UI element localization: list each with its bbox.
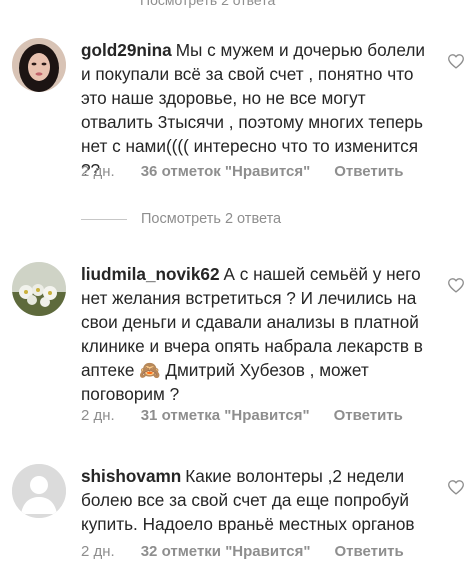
heart-outline-icon[interactable] xyxy=(447,479,465,495)
view-replies-label: Посмотреть 2 ответа xyxy=(141,211,282,227)
comment-time: 2 дн. xyxy=(81,163,115,180)
comment-meta: 2 дн. 32 отметки "Нравится" Ответить xyxy=(81,543,428,560)
heart-outline-icon[interactable] xyxy=(447,53,465,69)
person-silhouette-icon xyxy=(12,464,66,518)
avatar[interactable] xyxy=(12,38,66,92)
avatar[interactable] xyxy=(12,464,66,518)
comment-body: shishovamn Какие волонтеры ,2 недели боле… xyxy=(81,464,435,536)
comment-body: liudmila_novik62 А с нашей семьёй у него … xyxy=(81,262,435,406)
comment-username[interactable]: liudmila_novik62 xyxy=(81,264,220,284)
reply-button[interactable]: Ответить xyxy=(334,543,403,560)
comment-likes[interactable]: 32 отметки "Нравится" xyxy=(141,543,311,560)
comment-meta: 2 дн. 36 отметок "Нравится" Ответить xyxy=(81,163,428,180)
heart-outline-icon[interactable] xyxy=(447,277,465,293)
comment-text: Мы с мужем и дочерью болели и покупали в… xyxy=(81,40,425,180)
comment-likes[interactable]: 31 отметка "Нравится" xyxy=(141,407,310,424)
comment-time: 2 дн. xyxy=(81,407,115,424)
comment-text: А с нашей семьёй у него нет желания встр… xyxy=(81,264,423,404)
reply-button[interactable]: Ответить xyxy=(334,407,403,424)
avatar[interactable] xyxy=(12,262,66,316)
comment-username[interactable]: shishovamn xyxy=(81,466,181,486)
replies-divider-line xyxy=(81,218,127,220)
view-replies-link-top[interactable]: Посмотреть 2 ответа xyxy=(140,0,275,8)
comment-meta: 2 дн. 31 отметка "Нравится" Ответить xyxy=(81,407,427,424)
comment-username[interactable]: gold29nina xyxy=(81,40,172,60)
view-replies-link[interactable]: Посмотреть 2 ответа xyxy=(81,211,281,227)
comment-likes[interactable]: 36 отметок "Нравится" xyxy=(141,163,310,180)
comment-time: 2 дн. xyxy=(81,543,115,560)
reply-button[interactable]: Ответить xyxy=(334,163,403,180)
comment-body: gold29nina Мы с мужем и дочерью болели и … xyxy=(81,38,435,182)
